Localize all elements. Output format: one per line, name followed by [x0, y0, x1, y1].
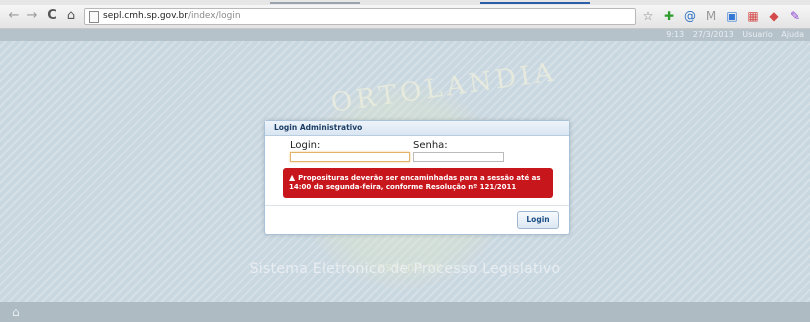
senha-label: Senha: — [413, 140, 448, 151]
back-icon[interactable]: ← — [6, 8, 22, 24]
translate-icon[interactable]: ▣ — [724, 8, 740, 24]
pin-icon[interactable]: ◆ — [766, 8, 782, 24]
url-path: /index/login — [187, 11, 241, 21]
login-dialog: Login Administrativo Login: Senha: ▲ Prop… — [264, 120, 570, 235]
active-tab-indicator[interactable] — [480, 2, 590, 4]
url-host: sepl.cmh.sp.gov.br — [103, 11, 188, 21]
status-text: 9:13 27/3/2013 Usuario Ajuda — [666, 30, 804, 39]
tab-indicator — [270, 2, 360, 4]
star-icon[interactable]: ☆ — [640, 8, 656, 24]
browser-toolbar: ← → C ⌂ sepl.cmh.sp.gov.br/index/login ☆… — [0, 5, 810, 29]
home-icon[interactable]: ⌂ — [63, 8, 79, 24]
extension-icons: ☆✚@M▣▦◆✎✓ — [640, 8, 810, 24]
mail-icon[interactable]: M — [703, 8, 719, 24]
senha-input[interactable] — [413, 152, 504, 162]
system-title: Sistema Eletronico de Processo Legislati… — [249, 261, 561, 277]
dialog-footer: Login — [265, 205, 569, 234]
url-text[interactable]: sepl.cmh.sp.gov.br/index/login — [103, 10, 241, 23]
login-button[interactable]: Login — [517, 211, 559, 229]
forward-icon[interactable]: → — [24, 8, 40, 24]
pen-icon[interactable]: ✎ — [787, 8, 803, 24]
reload-icon[interactable]: C — [44, 8, 60, 24]
alert-text: Proposituras deverão ser encaminhadas pa… — [289, 174, 541, 191]
page-icon — [89, 11, 99, 23]
calendar-icon[interactable]: ▦ — [745, 8, 761, 24]
bottom-bar: ⌂ — [0, 302, 810, 322]
alert-message: ▲ Proposituras deverão ser encaminhadas p… — [283, 168, 553, 198]
page-background: 9:13 27/3/2013 Usuario Ajuda ORTOLANDIA … — [0, 29, 810, 322]
login-label: Login: — [290, 140, 321, 151]
at-icon[interactable]: @ — [682, 8, 698, 24]
dialog-title: Login Administrativo — [265, 121, 569, 136]
plus-icon[interactable]: ✚ — [661, 8, 677, 24]
home-icon[interactable]: ⌂ — [12, 306, 26, 318]
top-status-bar: 9:13 27/3/2013 Usuario Ajuda — [0, 29, 810, 41]
address-bar[interactable]: sepl.cmh.sp.gov.br/index/login — [84, 8, 636, 25]
warning-icon: ▲ — [289, 173, 296, 182]
login-input[interactable] — [290, 152, 410, 162]
